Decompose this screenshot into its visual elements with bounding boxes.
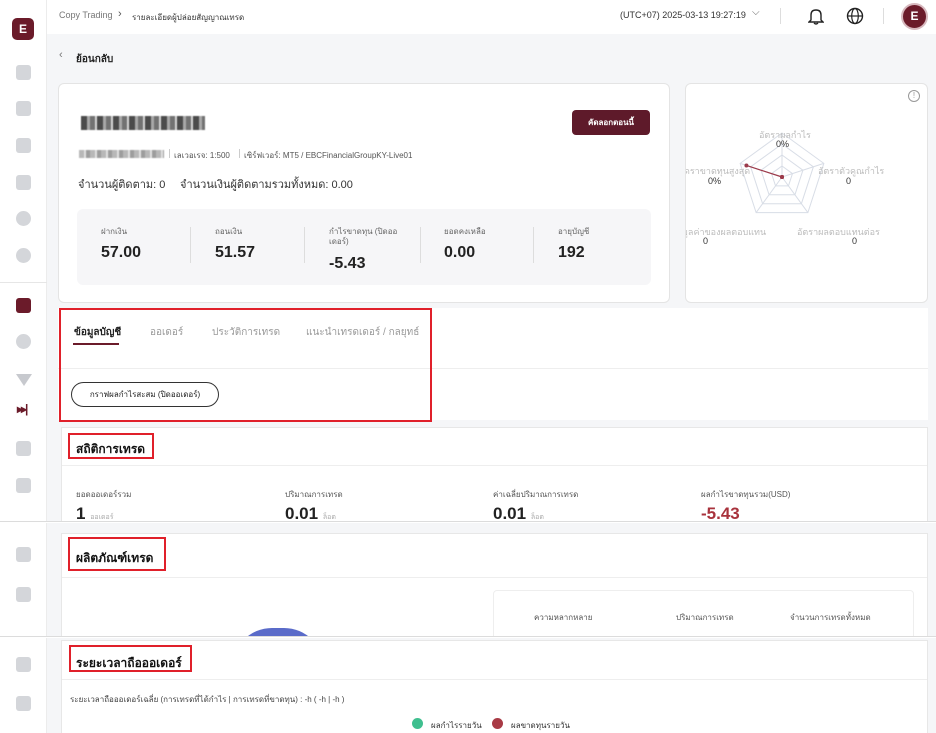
profile-icon[interactable] (16, 334, 31, 349)
radar-chart (739, 132, 825, 214)
avg-volume-label: ค่าเฉลี่ยปริมาณการเทรด (493, 490, 579, 499)
radar-value-return-ratio: 0 (852, 236, 858, 246)
screenshot-seam (0, 636, 936, 638)
radar-label-profit-factor: อัตราตัวคูณกำไร (818, 166, 885, 176)
chart-icon[interactable] (16, 138, 31, 153)
radar-label-return-value: มูลค่าของผลตอบแทน (685, 227, 767, 237)
stat-label-account-age: อายุบัญชี (558, 227, 590, 236)
leverage-text: เลเวอเรจ: 1:500 (174, 151, 230, 160)
meta-divider (169, 149, 170, 158)
sidebar-divider (0, 282, 47, 283)
stat-divider (420, 227, 421, 263)
top-bar: Copy Trading › รายละเอียดผู้ปล่อยสัญญาณเ… (47, 0, 936, 34)
followers-count: จำนวนผู้ติดตาม: 0 (78, 179, 166, 191)
section-divider (62, 577, 927, 578)
collapse-icon[interactable]: ▸▸| (17, 402, 28, 416)
stat-label-deposit: ฝากเงิน (101, 227, 128, 236)
highlight-box-tabs (59, 308, 432, 422)
chevron-down-icon[interactable]: ⌵ (752, 7, 760, 18)
globe-icon[interactable] (846, 7, 864, 25)
section-divider (62, 465, 927, 466)
topbar-divider (780, 8, 781, 24)
total-orders-label: ยอดออเดอร์รวม (76, 490, 132, 499)
chevron-right-icon: › (118, 8, 122, 20)
followers-amount: จำนวนเงินผู้ติดตามรวมทั้งหมด: 0.00 (180, 179, 353, 191)
account-icon-3[interactable] (16, 657, 31, 672)
legend-profit-dot (412, 718, 423, 729)
sidebar: E ▸▸| (0, 0, 47, 733)
legend-loss-label: ผลขาดทุนรายวัน (511, 721, 570, 730)
highlight-box-products (68, 537, 166, 571)
chevron-left-icon[interactable]: ‹ (59, 49, 63, 61)
radar-value-profit-factor: 0 (846, 176, 852, 186)
stat-value-pnl: -5.43 (329, 255, 366, 272)
breadcrumb-root[interactable]: Copy Trading (59, 10, 113, 20)
trade-stats-section: สถิติการเทรด ยอดออเดอร์รวม 1 ออเดอร์ ปริ… (61, 427, 928, 523)
timezone-clock[interactable]: (UTC+07) 2025-03-13 19:27:19 (620, 10, 746, 20)
products-table: ความหลากหลาย ปริมาณการเทรด จำนวนการเทรดท… (493, 590, 914, 636)
back-link[interactable]: ย้อนกลับ (76, 52, 113, 67)
highlight-box-duration (69, 645, 192, 672)
cube-icon-2[interactable] (16, 587, 31, 602)
screenshot-seam (0, 521, 936, 523)
trade-volume-label: ปริมาณการเทรด (285, 490, 343, 499)
account-icon[interactable] (16, 101, 31, 116)
chart-icon-3[interactable] (16, 696, 31, 711)
help-icon[interactable] (16, 248, 31, 263)
copy-trading-icon[interactable] (16, 298, 31, 313)
stat-value-balance: 0.00 (444, 244, 476, 261)
trader-profile-card: เลเวอเรจ: 1:500 เซิร์ฟเวอร์: MT5 / EBCFi… (58, 83, 670, 303)
trader-name-blurred (81, 116, 205, 130)
user-icon[interactable] (16, 211, 31, 226)
account-stats: ฝากเงิน 57.00 ถอนเงิน 51.57 กำไรขาดทุน (… (77, 209, 651, 285)
home-icon-2[interactable] (16, 441, 31, 456)
column-total-trades: จำนวนการเทรดทั้งหมด (790, 613, 871, 622)
account-icon-2[interactable] (16, 478, 31, 493)
stat-divider (190, 227, 191, 263)
stat-value-withdraw: 51.57 (215, 244, 256, 261)
brand-logo[interactable]: E (12, 18, 34, 40)
cube-icon[interactable] (16, 175, 31, 190)
stat-value-account-age: 192 (558, 244, 585, 261)
avg-holding-duration: ระยะเวลาถือออเดอร์เฉลี่ย (การเทรดที่ได้ก… (70, 695, 345, 704)
avatar[interactable]: E (901, 3, 928, 30)
topbar-divider (883, 8, 884, 24)
performance-radar-card: ! อัตราผลกำไร 0% อัตราตัวคูณกำไร 0 อัตรา… (685, 83, 928, 303)
home-icon[interactable] (16, 65, 31, 80)
stat-divider (533, 227, 534, 263)
triangle-icon[interactable] (16, 374, 32, 386)
stat-value-deposit: 57.00 (101, 244, 142, 261)
bell-icon[interactable] (808, 7, 824, 25)
radar-value-winrate: 0% (776, 139, 790, 149)
stat-divider (304, 227, 305, 263)
column-variety: ความหลากหลาย (534, 613, 593, 622)
meta-divider (239, 149, 240, 158)
radar-point-3 (780, 175, 784, 179)
radar-value-return-value: 0 (703, 236, 709, 246)
column-volume: ปริมาณการเทรด (676, 613, 734, 622)
chart-icon-2[interactable] (16, 547, 31, 562)
total-pnl-label: ผลกำไรขาดทุนรวม(USD) (701, 490, 791, 499)
legend-loss-dot (492, 718, 503, 729)
radar-value-max-drawdown: 0% (708, 176, 722, 186)
trader-account-blurred (79, 150, 164, 158)
server-text: เซิร์ฟเวอร์: MT5 / EBCFinancialGroupKY-L… (244, 151, 413, 160)
products-section: ผลิตภัณฑ์เทรด ความหลากหลาย ปริมาณการเทรด… (61, 533, 928, 637)
stat-label-balance: ยอดคงเหลือ (444, 227, 486, 236)
copy-now-button[interactable]: คัดลอกตอนนี้ (572, 110, 650, 135)
section-divider (62, 679, 927, 680)
radar-label-return-ratio: อัตราผลตอบแทนต่อร (797, 227, 880, 237)
stat-label-pnl: กำไรขาดทุน (ปิดออเดอร์) (329, 227, 398, 246)
stat-label-withdraw: ถอนเงิน (215, 227, 243, 236)
breadcrumb-current: รายละเอียดผู้ปล่อยสัญญาณเทรด (132, 13, 245, 22)
highlight-box-trade-stats (68, 433, 154, 459)
legend-profit-label: ผลกำไรรายวัน (431, 721, 482, 730)
